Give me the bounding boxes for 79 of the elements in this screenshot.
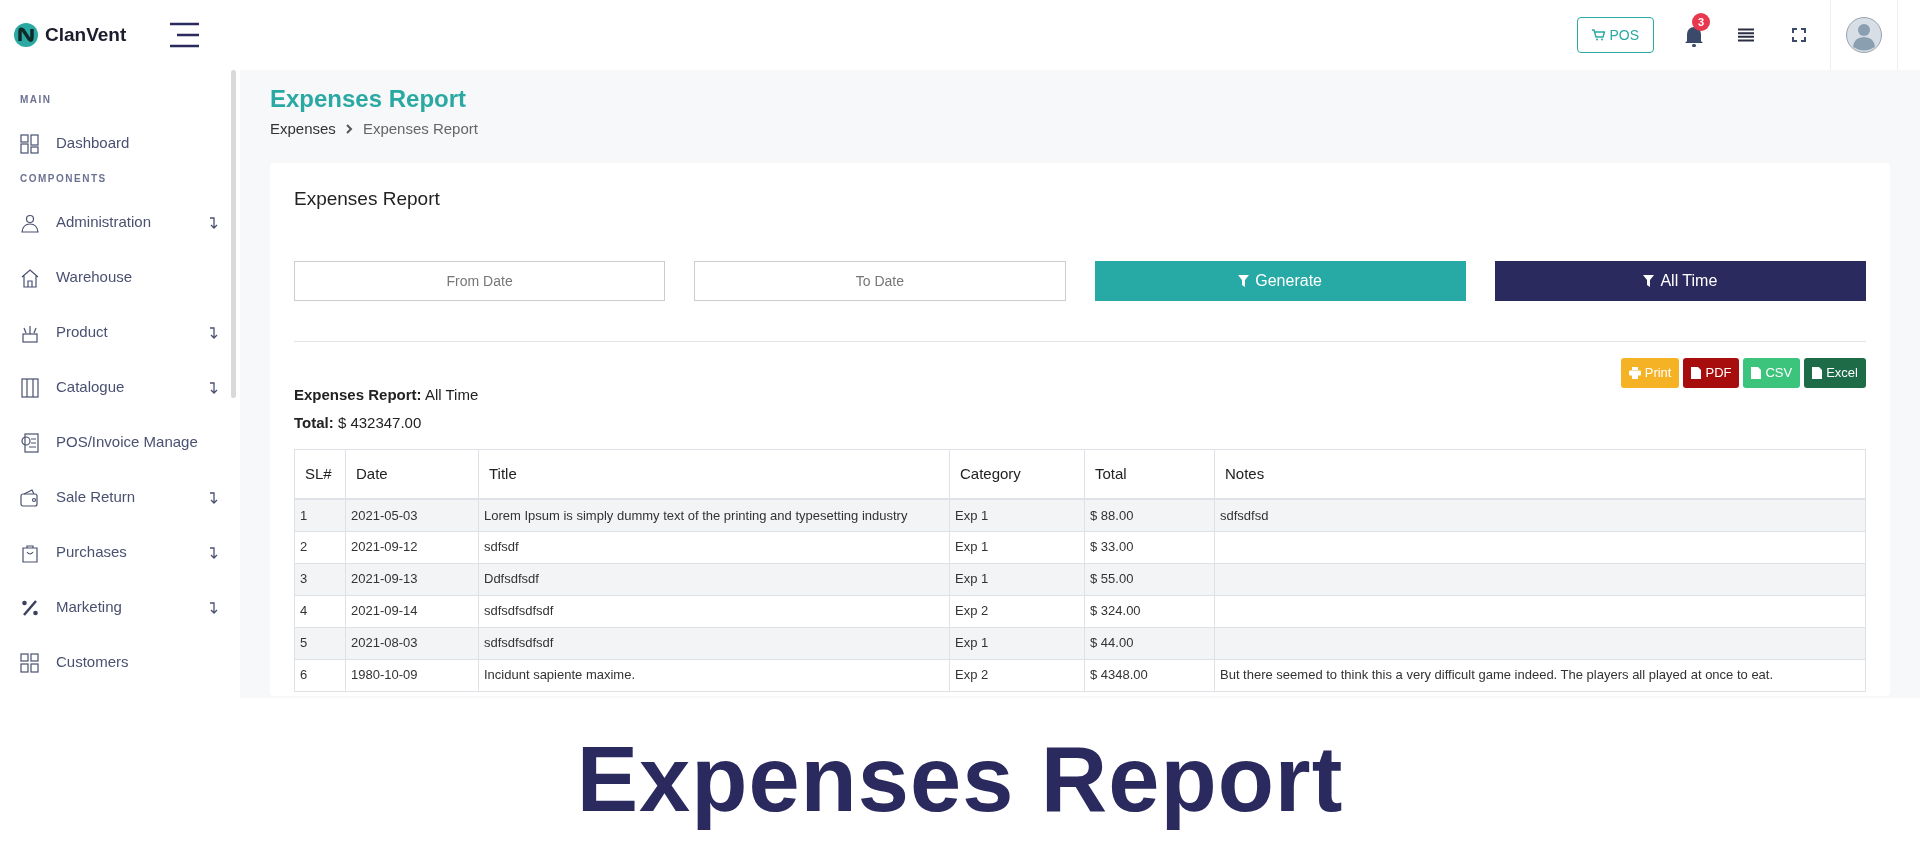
table-cell: sdfsdfsd [1220,507,1269,523]
all-time-button[interactable]: All Time [1494,260,1866,301]
breadcrumb-current: Expenses Report [362,119,478,139]
sidebar-item[interactable]: Product [0,305,240,360]
table-cell: $ 55.00 [1090,571,1134,587]
notification-bell-icon[interactable] [1684,25,1704,47]
table-cell: Exp 1 [955,571,989,587]
caption-heading: Expenses Report [576,726,1344,832]
table-cell: But there seemed to think this a very difficult game indeed. The players all played at once to eat. [1220,667,1774,683]
invoice-icon [20,432,40,453]
filter-icon [1238,274,1250,287]
table-cell: 2021-09-13 [351,571,418,587]
table-cell: 1 [300,507,308,523]
table-cell: $ 88.00 [1090,507,1134,523]
table-cell: 2021-09-14 [351,603,418,619]
breadcrumb-link[interactable]: Expenses [270,118,336,141]
table-cell: 5 [300,635,308,651]
table-cell: Exp 1 [955,635,989,651]
notification-count: 3 [1692,13,1710,31]
table-cell: Exp 1 [955,539,989,555]
filter-icon [1643,274,1655,287]
logo-icon [13,22,39,48]
table-cell: Incidunt sapiente maxime. [484,667,636,683]
chevron-icon [345,124,353,135]
export-button[interactable]: Excel [1804,357,1866,388]
table-cell: 2021-08-03 [351,635,418,651]
wallet-icon [20,487,40,508]
house-icon [20,267,40,288]
person-icon [20,212,40,233]
table-cell: $ 4348.00 [1090,667,1148,683]
table-cell: 1980-10-09 [351,667,418,683]
dashboard-icon [20,133,40,154]
table-cell: 6 [300,667,308,683]
card-title: Expenses Report [294,186,441,211]
brand-name: ClanVent [45,22,127,47]
table-cell: $ 324.00 [1090,603,1141,619]
table-cell: Lorem Ipsum is simply dummy text of the printing and typesetting industry [484,507,908,523]
page-title: Expenses Report [270,84,468,114]
table-cell: Ddfsdfsdf [484,571,539,587]
file-icon [1691,366,1702,379]
sidebar-item[interactable]: Purchases [0,525,240,580]
summary-line: Total: $ 432347.00 [294,413,422,433]
table-cell: $ 44.00 [1090,635,1134,651]
avatar-icon[interactable] [1846,17,1882,53]
table-cell: 2021-05-03 [351,507,418,523]
printer-icon [1628,366,1641,379]
bag-icon [20,542,40,563]
menu-icon[interactable] [169,22,200,48]
sidebar-item[interactable]: POS/Invoice Manage [0,415,240,470]
sidebar-item[interactable]: Administration [0,195,240,250]
sidebar-item[interactable]: Sale Return [0,470,240,525]
table-cell: 2021-09-12 [351,539,418,555]
table-cell: $ 33.00 [1090,539,1134,555]
sidebar-item[interactable]: Warehouse [0,250,240,305]
list-icon[interactable] [1738,28,1754,42]
table-cell: Exp 1 [955,507,989,523]
table-cell: sdfsdf [484,539,519,555]
sidebar-section-label: COMPONENTS [19,172,108,186]
book-icon [20,377,40,398]
summary-line: Expenses Report: All Time [294,384,479,405]
file-icon [1751,366,1762,379]
to-date-field[interactable]: To Date [694,260,1066,301]
sidebar-item[interactable]: Customers [0,635,240,690]
table-cell: 4 [300,603,308,619]
table-cell: 3 [300,571,308,587]
table-cell: sdfsdfsdfsdf [484,603,554,619]
sidebar-section-label: MAIN [19,93,53,107]
sidebar-item[interactable]: Catalogue [0,360,240,415]
cart-icon [1592,29,1606,41]
from-date-field[interactable]: From Date [294,260,666,301]
file-icon [1812,366,1823,379]
table-cell: sdfsdfsdfsdf [484,635,554,651]
table-cell: Exp 2 [955,603,989,619]
table-cell: Exp 2 [955,667,989,683]
sidebar-item[interactable]: Dashboard [0,116,240,171]
export-button[interactable]: PDF [1683,357,1740,388]
sidebar-item[interactable]: Marketing [0,580,240,635]
fullscreen-icon[interactable] [1792,28,1806,42]
table-cell: 2 [300,539,308,555]
